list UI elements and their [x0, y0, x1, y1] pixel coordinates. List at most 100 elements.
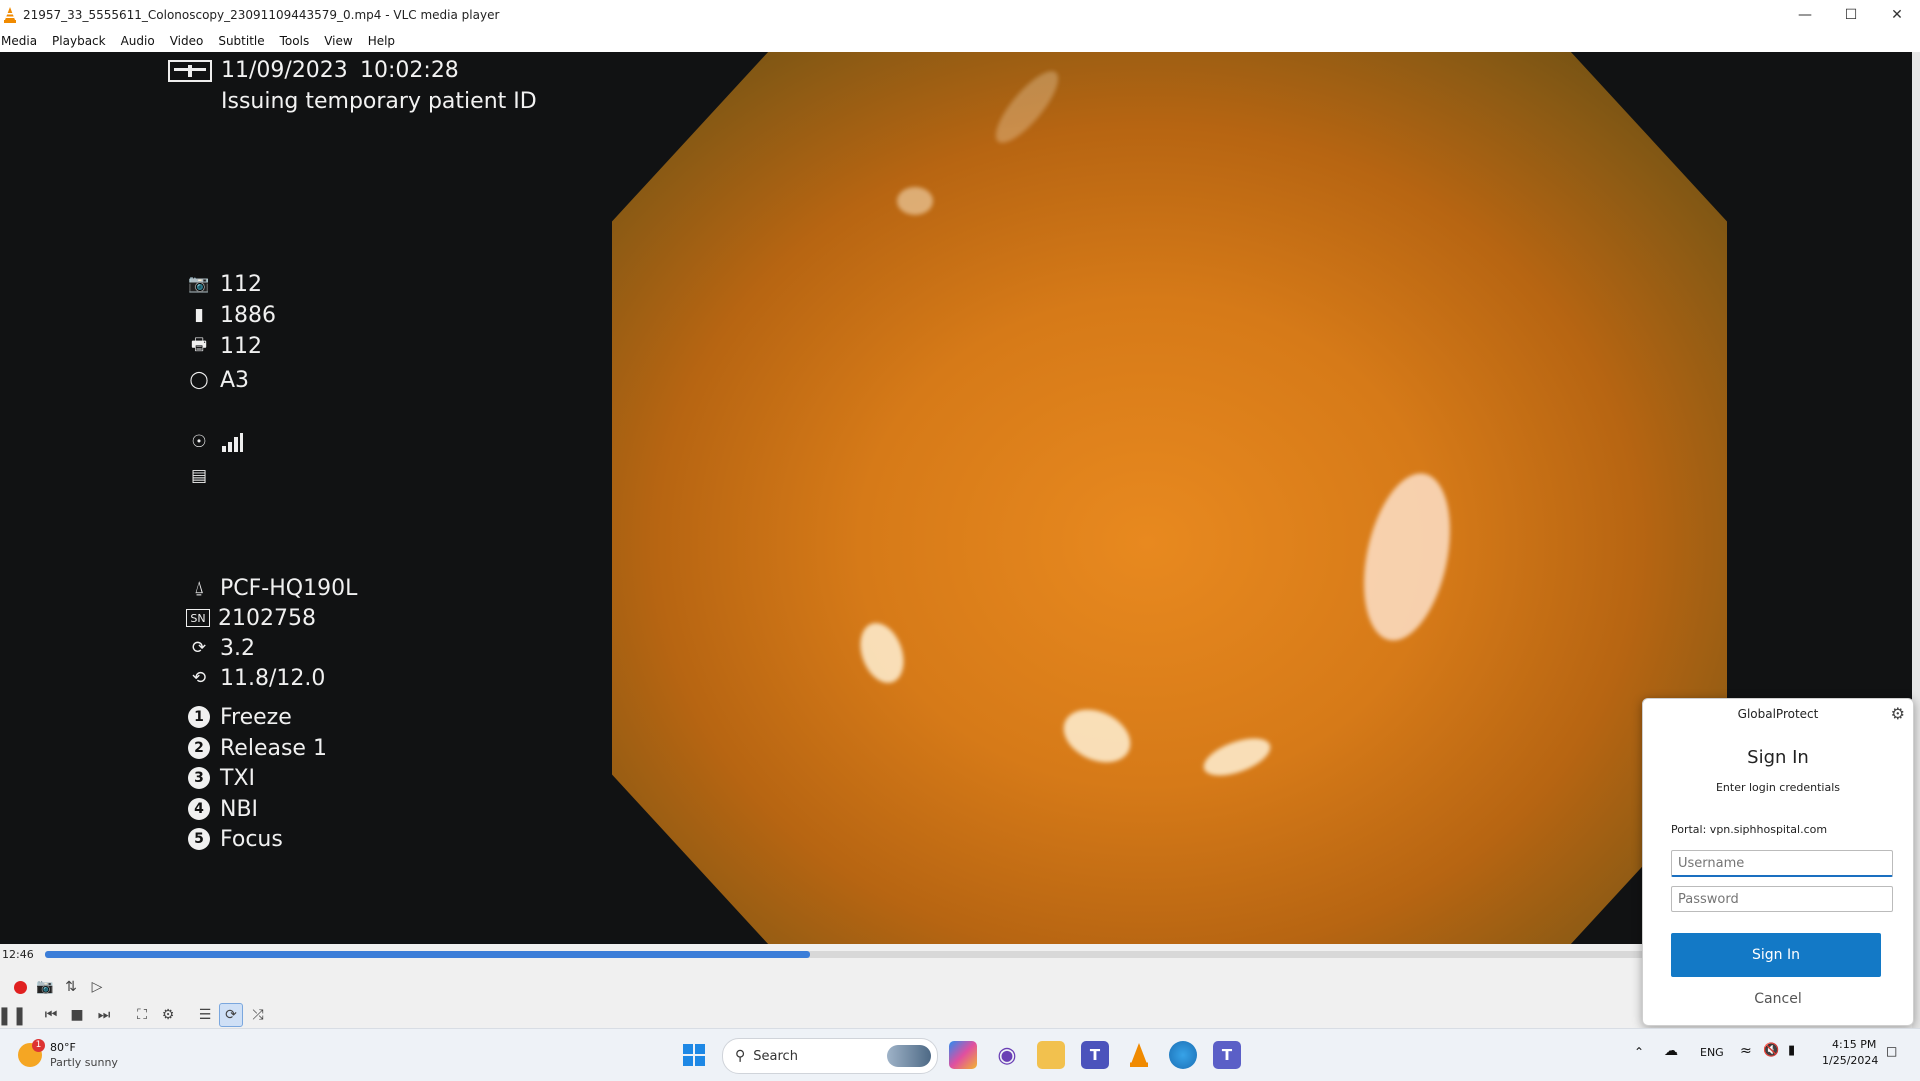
title-bar: 21957_33_5555611_Colonoscopy_23091109443… [0, 0, 1920, 30]
structure-enhance-icon: ◯ [189, 370, 209, 390]
menu-video[interactable]: Video [170, 34, 211, 48]
osd-stat-row: 🖶 112 [186, 332, 262, 360]
osd-button-row: 3 TXI [188, 764, 255, 792]
menu-media[interactable]: Media [0, 34, 44, 48]
osd-button-label: TXI [220, 765, 255, 791]
loop-icon: ⟲ [191, 668, 207, 688]
endoscope-image [612, 52, 1727, 944]
scope-model-icon: ⍙ [193, 578, 205, 598]
onedrive-icon[interactable]: ☁ [1664, 1043, 1678, 1059]
pause-button[interactable]: ❚❚ [0, 1003, 27, 1027]
button-number-badge: 4 [188, 798, 210, 820]
menu-help[interactable]: Help [368, 34, 402, 48]
frame-step-icon[interactable]: ▷ [85, 975, 109, 999]
fullscreen-icon[interactable]: ⛶ [130, 1003, 154, 1027]
menu-playback[interactable]: Playback [52, 34, 113, 48]
password-field[interactable] [1671, 886, 1893, 912]
playlist-icon[interactable]: ☰ [193, 1003, 217, 1027]
osd-button-row: 2 Release 1 [188, 734, 327, 762]
sign-in-button[interactable]: Sign In [1671, 933, 1881, 977]
osd-serial: 2102758 [218, 605, 316, 631]
teams-work-icon[interactable]: T [1213, 1041, 1241, 1069]
username-field[interactable] [1671, 850, 1893, 877]
menu-view[interactable]: View [324, 34, 359, 48]
menu-bar: Media Playback Audio Video Subtitle Tool… [0, 30, 1920, 52]
menu-tools[interactable]: Tools [280, 34, 317, 48]
stop-icon[interactable]: ■ [65, 1003, 89, 1027]
tray-chevron-icon[interactable]: ⌃ [1634, 1045, 1644, 1059]
record-button[interactable] [8, 975, 32, 999]
osd-stat-row: 📷 112 [186, 270, 262, 298]
osd-stat-value: 112 [220, 271, 262, 297]
teams-icon[interactable]: T [1081, 1041, 1109, 1069]
snapshot-icon[interactable]: 📷 [33, 975, 57, 999]
taskbar: 1 80°F Partly sunny ⚲ Search ◉ T T ⌃ ☁ E… [0, 1028, 1920, 1081]
shuffle-icon[interactable]: ⤮ [246, 1003, 270, 1027]
osd-ratio: 11.8/12.0 [220, 665, 326, 691]
portal-label: Portal: vpn.siphhospital.com [1671, 823, 1828, 836]
vlc-taskbar-icon[interactable] [1125, 1041, 1153, 1069]
extended-settings-icon[interactable]: ⚙ [156, 1003, 180, 1027]
file-explorer-icon[interactable] [1037, 1041, 1065, 1069]
menu-subtitle[interactable]: Subtitle [218, 34, 271, 48]
osd-stat-row: ◯ A3 [186, 366, 249, 394]
previous-icon[interactable]: ⏮ [39, 1003, 63, 1027]
comment-icon: ▤ [190, 466, 208, 486]
meet-icon[interactable]: ◉ [993, 1041, 1021, 1069]
dialog-title: GlobalProtect [1737, 707, 1819, 721]
clock-date[interactable]: 1/25/2024 [1822, 1054, 1878, 1067]
osd-button-row: 4 NBI [188, 795, 258, 823]
minimize-icon[interactable]: — [1782, 0, 1828, 30]
scope-indicator-icon [168, 60, 212, 82]
elapsed-time: 12:46 [2, 948, 34, 961]
gear-icon[interactable]: ⚙ [1891, 704, 1905, 723]
vlc-cone-icon [4, 7, 16, 23]
button-number-badge: 1 [188, 706, 210, 728]
signin-subheading: Enter login credentials [1715, 781, 1841, 794]
copilot-icon[interactable] [949, 1041, 977, 1069]
notification-icon[interactable]: □ [1886, 1044, 1897, 1058]
osd-button-label: Release 1 [220, 735, 327, 761]
edge-browser-icon[interactable] [1169, 1041, 1197, 1069]
player-controls: 12:46 📷 ⇅ ▷ ❚❚ ⏮ ■ ⏭ ⛶ ⚙ ☰ ⟳ ⤮ [0, 944, 1912, 1028]
osd-date: 11/09/2023 [221, 58, 348, 83]
maximize-icon[interactable]: ☐ [1828, 0, 1874, 30]
menu-audio[interactable]: Audio [121, 34, 162, 48]
taskbar-search[interactable]: ⚲ Search [722, 1038, 938, 1074]
next-icon[interactable]: ⏭ [92, 1003, 116, 1027]
loop-icon[interactable]: ⟳ [219, 1003, 243, 1027]
button-number-badge: 5 [188, 828, 210, 850]
clock-time[interactable]: 4:15 PM [1832, 1038, 1876, 1051]
language-indicator[interactable]: ENG [1700, 1046, 1724, 1059]
osd-serial-row: SN 2102758 [186, 604, 316, 632]
osd-rotation: 3.2 [220, 635, 255, 661]
globalprotect-dialog: GlobalProtect ⚙ Sign In Enter login cred… [1642, 698, 1914, 1026]
window-title: 21957_33_5555611_Colonoscopy_23091109443… [23, 8, 500, 22]
seek-bar[interactable] [45, 951, 1645, 958]
signal-bars-icon [222, 433, 243, 452]
button-number-badge: 3 [188, 767, 210, 789]
osd-button-label: Focus [220, 826, 283, 852]
battery-icon: ▮ [194, 305, 204, 325]
osd-button-row: 1 Freeze [188, 703, 292, 731]
osd-time: 10:02:28 [360, 58, 459, 83]
osd-model-row: ⍙ PCF-HQ190L [186, 574, 357, 602]
weather-widget[interactable]: 1 80°F Partly sunny [18, 1039, 138, 1073]
osd-stat-row: ▮ 1886 [186, 301, 276, 329]
button-number-badge: 2 [188, 737, 210, 759]
osd-button-label: Freeze [220, 704, 292, 730]
battery-icon[interactable]: ▮ [1788, 1043, 1795, 1058]
weather-desc: Partly sunny [50, 1056, 118, 1069]
rotation-icon: ⟳ [191, 638, 207, 658]
windows-start-icon[interactable] [680, 1041, 708, 1069]
camera-icon: 📷 [188, 274, 210, 294]
search-placeholder: Search [753, 1048, 798, 1064]
video-area[interactable]: 11/09/2023 10:02:28 Issuing temporary pa… [0, 52, 1912, 944]
cancel-button[interactable]: Cancel [1643, 991, 1913, 1007]
loop-ab-icon[interactable]: ⇅ [59, 975, 83, 999]
osd-button-row: 5 Focus [188, 825, 283, 853]
close-icon[interactable]: ✕ [1874, 0, 1920, 30]
volume-muted-icon[interactable]: 🔇 [1763, 1043, 1779, 1058]
osd-rotation-row: ⟳ 3.2 [186, 634, 255, 662]
wifi-icon[interactable]: ≈ [1740, 1043, 1752, 1059]
